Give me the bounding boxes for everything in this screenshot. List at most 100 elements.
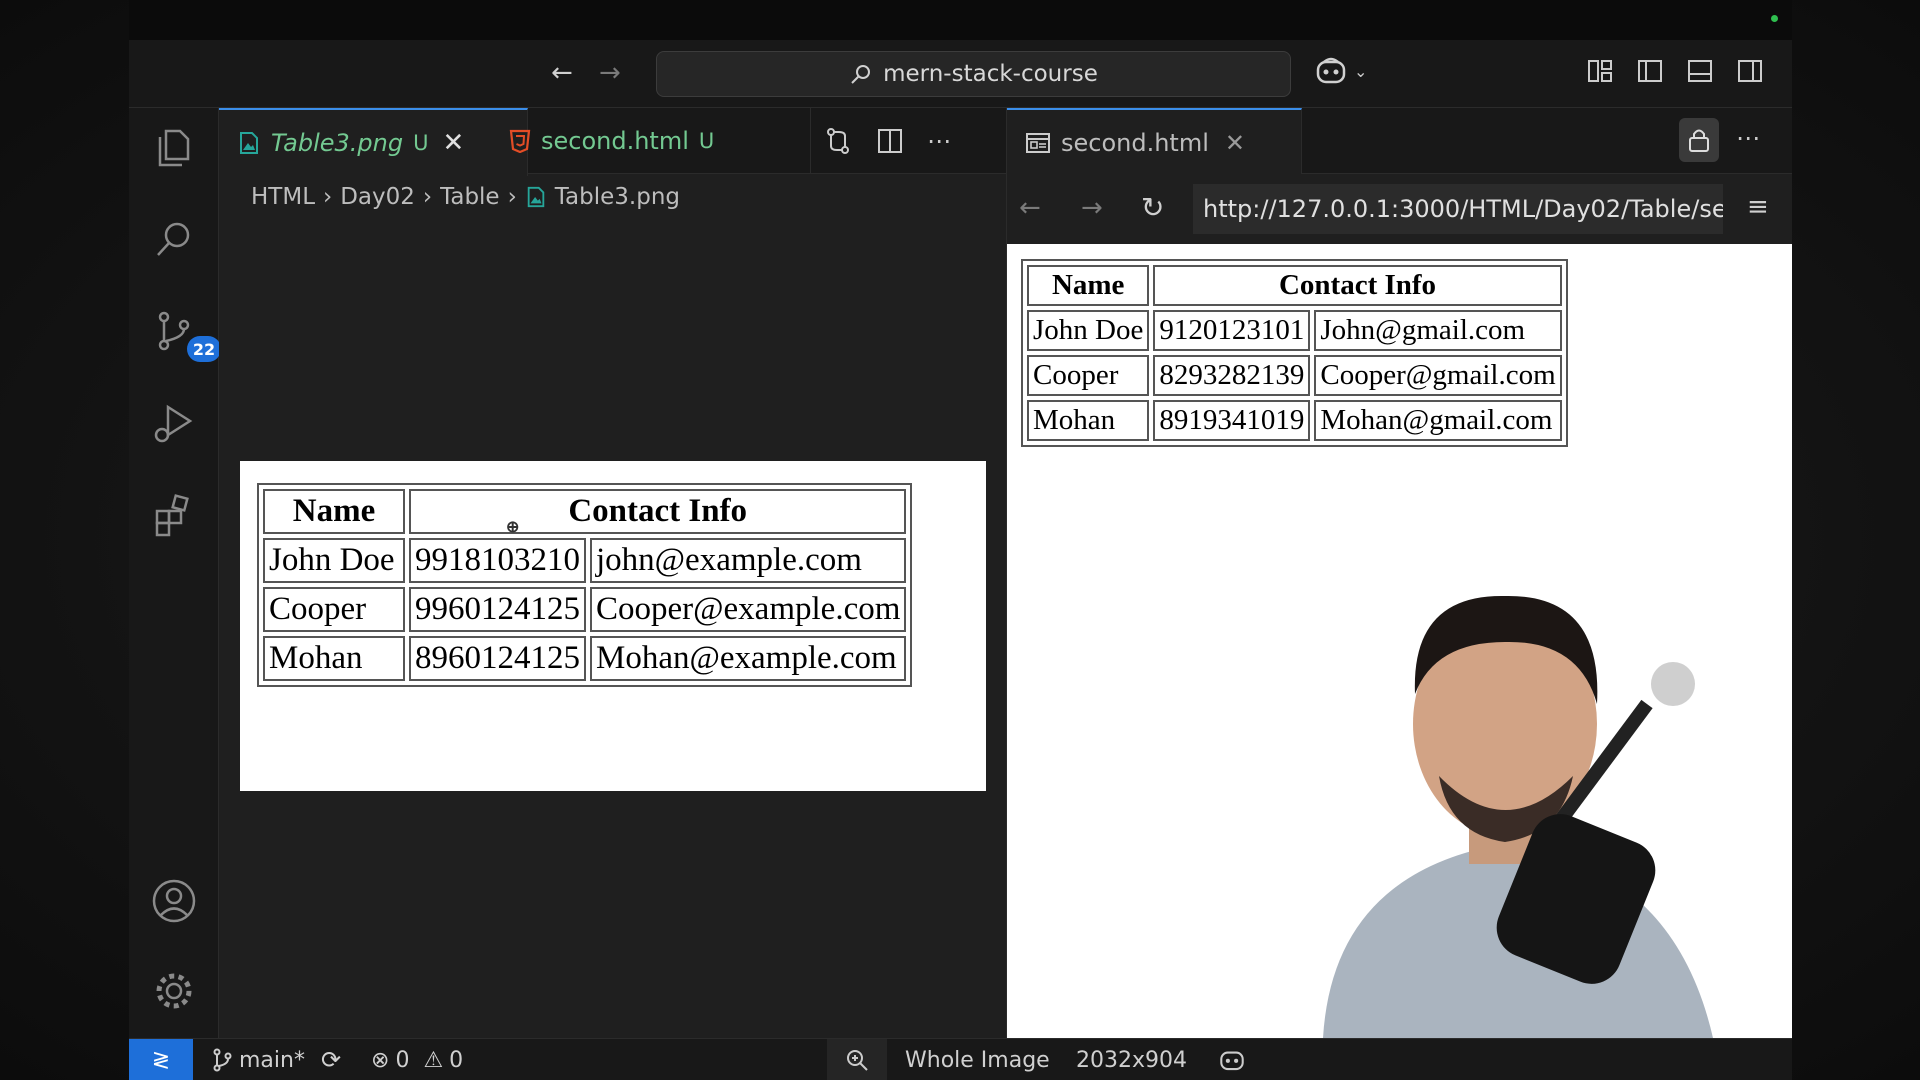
tab-label: second.html <box>541 127 689 155</box>
layout-controls <box>1586 57 1764 85</box>
table-cell: Mohan@example.com <box>590 636 907 681</box>
more-actions-icon[interactable]: ⋯ <box>927 127 951 155</box>
editor-group: Table3.png U ✕ second.html U ⋯ HTML › Da… <box>219 108 1006 1038</box>
breadcrumb-day02[interactable]: Day02 <box>340 184 415 210</box>
close-icon[interactable]: ✕ <box>1225 129 1245 157</box>
tab-table3-png[interactable]: Table3.png U ✕ <box>219 108 528 176</box>
header-contact-text: Contact Info <box>568 493 748 529</box>
preview-icon <box>1026 133 1050 153</box>
table-cell: Cooper <box>263 587 405 632</box>
breadcrumb-file[interactable]: Table3.png <box>555 184 680 210</box>
lock-icon <box>1689 129 1709 152</box>
error-icon: ⊗ <box>371 1047 390 1073</box>
search-icon <box>851 65 871 84</box>
search-icon <box>157 222 190 256</box>
table-cell: Mohan@gmail.com <box>1314 400 1562 441</box>
copilot-menu[interactable]: ⌄ <box>1314 54 1367 88</box>
header-contact-info: Contact Info <box>1153 265 1562 306</box>
editor-tab-bar: Table3.png U ✕ second.html U ⋯ <box>219 108 1006 176</box>
manage-button[interactable] <box>149 966 199 1016</box>
table-cell: Cooper@example.com <box>590 587 907 632</box>
table-cell: 8293282139 <box>1153 355 1311 396</box>
image-file-icon <box>527 186 545 208</box>
more-actions-icon[interactable]: ⋯ <box>1736 124 1760 152</box>
explorer-button[interactable] <box>149 122 199 172</box>
back-arrow-icon[interactable]: ← <box>551 58 573 88</box>
run-debug-button[interactable] <box>149 398 199 448</box>
workspace-name: mern-stack-course <box>883 61 1098 87</box>
title-bar: ← → mern-stack-course ⌄ <box>129 40 1792 108</box>
editor-actions: ⋯ <box>823 126 951 156</box>
command-center-search[interactable]: mern-stack-course <box>656 51 1291 97</box>
table-cell: john@example.com <box>590 538 907 583</box>
breadcrumb-html[interactable]: HTML <box>251 184 315 210</box>
toggle-secondary-sidebar-icon[interactable] <box>1736 57 1764 85</box>
remote-icon: ≷ <box>151 1047 171 1073</box>
untracked-indicator: U <box>698 129 715 153</box>
branch-indicator[interactable]: main* ⟳ <box>211 1039 341 1080</box>
run-debug-icon <box>154 404 193 443</box>
table-cell: 8919341019 <box>1153 400 1311 441</box>
html5-file-icon <box>509 129 531 153</box>
breadcrumb-table[interactable]: Table <box>440 184 499 210</box>
open-changes-icon[interactable] <box>823 126 853 156</box>
table-cell: 9918103210 <box>409 538 586 583</box>
toggle-primary-sidebar-icon[interactable] <box>1636 57 1664 85</box>
reload-icon[interactable]: ↻ <box>1141 193 1164 223</box>
table-cell: John Doe <box>1027 310 1150 351</box>
back-arrow-icon[interactable]: ← <box>1019 193 1041 223</box>
table-cell: Cooper@gmail.com <box>1314 355 1562 396</box>
forward-arrow-icon[interactable]: → <box>1081 193 1103 223</box>
chevron-down-icon: ⌄ <box>1354 61 1368 81</box>
extensions-button[interactable] <box>149 490 199 540</box>
tab-second-html[interactable]: second.html U <box>491 108 811 174</box>
menu-icon[interactable]: ≡ <box>1747 192 1769 222</box>
tab-label: Table3.png <box>271 129 404 157</box>
activity-bar: 22 <box>129 108 221 1038</box>
warning-count: 0 <box>449 1047 464 1073</box>
url-input[interactable]: http://127.0.0.1:3000/HTML/Day02/Table/s… <box>1193 184 1723 234</box>
toggle-panel-icon[interactable] <box>1686 57 1714 85</box>
preview-tab-bar: second.html ✕ ⋯ <box>1007 108 1792 176</box>
image-file-icon <box>240 132 258 154</box>
contact-table: Name Contact Info John Doe 9120123101 Jo… <box>1021 259 1568 447</box>
copilot-icon <box>1316 57 1346 84</box>
zoom-mode[interactable]: Whole Image <box>905 1039 1050 1080</box>
split-editor-icon[interactable] <box>875 126 905 156</box>
zoom-in-icon <box>847 1050 868 1071</box>
git-branch-icon <box>213 1048 232 1072</box>
source-control-button[interactable]: 22 <box>149 306 221 362</box>
customize-layout-icon[interactable] <box>1586 57 1614 85</box>
problems-indicator[interactable]: ⊗ 0 ⚠ 0 <box>371 1039 463 1080</box>
status-dot <box>1771 15 1778 22</box>
close-icon[interactable]: ✕ <box>442 128 464 158</box>
remote-button[interactable]: ≷ <box>129 1039 193 1080</box>
browser-preview: second.html ✕ ⋯ ← → ↻ http://127.0.0.1:3… <box>1006 108 1792 1038</box>
warning-icon: ⚠ <box>423 1047 444 1073</box>
image-preview[interactable]: Name Contact Info ⊕ John Doe 9918103210 … <box>240 461 986 791</box>
tab-label: second.html <box>1061 129 1209 157</box>
zoom-cursor-icon: ⊕ <box>506 519 520 536</box>
header-contact-info: Contact Info ⊕ <box>409 489 907 536</box>
zoom-button[interactable] <box>827 1039 887 1080</box>
extensions-icon <box>155 494 189 537</box>
files-icon <box>158 129 190 167</box>
chevron-right-icon: › <box>422 184 433 210</box>
lock-group-button[interactable] <box>1679 118 1719 162</box>
top-strip <box>129 0 1792 40</box>
vscode-window: ← → mern-stack-course ⌄ 22 Table3.png U … <box>129 0 1792 1080</box>
error-count: 0 <box>395 1047 410 1073</box>
chevron-right-icon: › <box>323 184 333 210</box>
search-button[interactable] <box>149 214 199 264</box>
image-dimensions: 2032x904 <box>1076 1047 1187 1073</box>
sync-icon[interactable]: ⟳ <box>321 1046 341 1074</box>
accounts-button[interactable] <box>149 876 199 926</box>
chevron-right-icon: › <box>507 184 517 210</box>
table-cell: 9120123101 <box>1153 310 1311 351</box>
copilot-status-icon[interactable] <box>1218 1039 1246 1080</box>
account-icon <box>152 879 196 923</box>
table-cell: 8960124125 <box>409 636 586 681</box>
forward-arrow-icon[interactable]: → <box>599 58 621 88</box>
browser-navigation-bar: ← → ↻ http://127.0.0.1:3000/HTML/Day02/T… <box>1007 174 1792 244</box>
tab-second-html-preview[interactable]: second.html ✕ <box>1007 108 1302 176</box>
